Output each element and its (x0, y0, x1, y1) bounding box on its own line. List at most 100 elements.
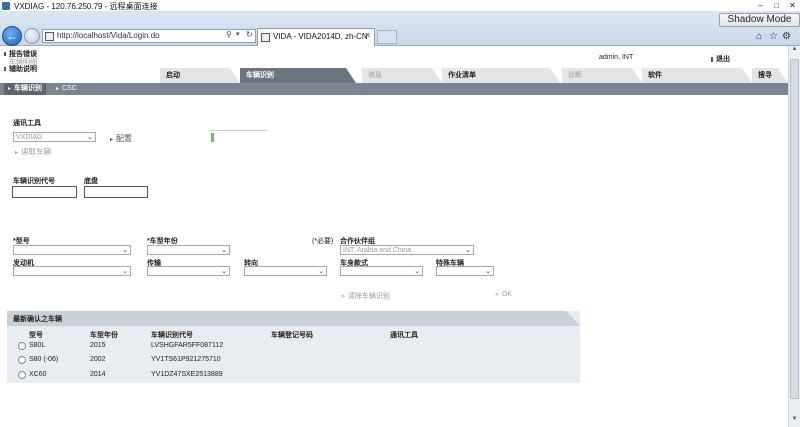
partner-group-value: INT, Arabia and China (343, 247, 412, 254)
close-icon[interactable]: ✕ (784, 0, 800, 11)
scroll-up-icon[interactable]: ▲ (789, 46, 800, 57)
row-vin: LVSHGFAR5FF087112 (151, 342, 224, 349)
row-vin: YV1TS61P921275710 (151, 356, 221, 363)
chevron-down-icon: ⌄ (87, 134, 93, 141)
comm-tool-label: 通讯工具 (13, 120, 41, 127)
config-button[interactable]: ▸ 配置 (110, 133, 132, 144)
main-tabs: 启动 车辆识别 信息 作业清单 诊断 软件 搜寻 (0, 68, 800, 83)
comm-tool-value: VXDIAG (16, 134, 43, 141)
column-model-year: 车型年份 (90, 332, 118, 339)
maximize-icon[interactable]: □ (768, 0, 785, 11)
double-chevron-icon: » (341, 293, 345, 300)
bullet-icon (711, 56, 713, 62)
vin-label: 车辆识别代号 (13, 178, 55, 185)
chevron-down-icon: ⌄ (485, 268, 491, 275)
tab-search[interactable]: 搜寻 (752, 68, 788, 83)
new-tab-button[interactable] (377, 30, 397, 44)
favorites-star-icon[interactable]: ☆ (769, 31, 778, 42)
row-year: 2002 (90, 356, 106, 363)
model-year-select[interactable]: ⌄ (147, 245, 230, 255)
special-vehicle-select[interactable]: ⌄ (436, 266, 494, 276)
row-model: S80 (-06) (29, 356, 59, 363)
row-model: XC60 (29, 371, 47, 378)
column-vin: 车辆识别代号 (151, 332, 193, 339)
refresh-icon[interactable]: ↻ (246, 30, 253, 39)
body-style-select[interactable]: ⌄ (340, 266, 423, 276)
forward-arrow-icon[interactable]: → (24, 28, 40, 44)
subtab-csc[interactable]: ▸ CSC (56, 83, 77, 95)
triangle-right-icon: ▸ (15, 150, 19, 156)
chevron-down-icon: ⌄ (221, 247, 227, 254)
home-icon[interactable]: ⌂ (756, 31, 762, 42)
chassis-input[interactable] (84, 186, 148, 198)
chevron-down-icon: ⌄ (465, 247, 471, 254)
user-name: admin, INT (599, 54, 634, 61)
bullet-icon (4, 52, 6, 57)
column-comm-tool: 通讯工具 (390, 332, 418, 339)
menu-report-error[interactable]: 报告错误 (4, 51, 37, 59)
column-registration: 车辆登记号码 (271, 332, 313, 339)
transmission-select[interactable]: ⌄ (147, 266, 230, 276)
menu-vehicle-details: 车辆明细 (9, 58, 37, 66)
chevron-down-icon: ⌄ (318, 268, 324, 275)
address-bar[interactable]: http://localhost/Vida/Login.do ⚲ ▾ ↻ (42, 29, 256, 43)
row-year: 2014 (90, 371, 106, 378)
row-radio[interactable] (18, 342, 26, 350)
chassis-label: 底盘 (84, 178, 98, 185)
address-url: http://localhost/Vida/Login.do (57, 31, 160, 40)
triangle-right-icon: ▸ (110, 137, 114, 143)
ok-button[interactable]: » OK (495, 291, 512, 298)
vertical-scrollbar[interactable]: ▲ ▼ (788, 46, 800, 427)
column-model: 型号 (29, 332, 43, 339)
scrollbar-thumb[interactable] (790, 59, 799, 399)
search-icon[interactable]: ⚲ (226, 30, 232, 39)
chevron-down-icon[interactable]: ▾ (236, 30, 240, 38)
required-note: (*必要) (312, 238, 334, 245)
subtab-vehicle-identification[interactable]: ▸ 车辆识别 (4, 83, 47, 95)
chevron-down-icon: ⌄ (122, 268, 128, 275)
partner-group-select[interactable]: INT, Arabia and China ⌄ (340, 245, 474, 255)
tab-software[interactable]: 软件 (642, 68, 752, 83)
connection-indicator (209, 130, 267, 142)
back-arrow-icon[interactable]: ← (2, 26, 22, 46)
scroll-down-icon[interactable]: ▼ (789, 416, 800, 427)
row-vin: YV1DZ47SXE2513889 (151, 371, 223, 378)
chevron-down-icon: ⌄ (414, 268, 420, 275)
shadow-mode-button[interactable]: Shadow Mode (719, 13, 800, 27)
tab-start[interactable]: 启动 (160, 68, 240, 83)
engine-select[interactable]: ⌄ (13, 266, 131, 276)
tab-close-icon[interactable]: ✕ (364, 31, 371, 40)
clear-vehicle-id-button[interactable]: » 清除车辆识别 (341, 291, 390, 301)
gear-icon[interactable]: ⚙ (782, 31, 791, 42)
page-favicon-icon (45, 32, 54, 41)
recent-vehicles-header: 最新确认之车辆 (7, 311, 580, 326)
tab-favicon-icon (261, 33, 270, 42)
logout-link[interactable]: 退出 (711, 54, 730, 64)
steering-select[interactable]: ⌄ (244, 266, 327, 276)
recent-vehicles-title: 最新确认之车辆 (13, 316, 62, 323)
comm-tool-select[interactable]: VXDIAG ⌄ (13, 132, 96, 142)
remote-desktop-titlebar: VXDIAG - 120.76.250.79 - 远程桌面连接 – □ ✕ (0, 0, 800, 12)
tab-title: VIDA - VIDA2014D, zh-CN (273, 32, 368, 41)
model-select[interactable]: ⌄ (13, 245, 131, 255)
minimize-icon[interactable]: – (752, 0, 769, 11)
tab-diagnostics: 诊断 (562, 68, 642, 83)
browser-tab[interactable]: VIDA - VIDA2014D, zh-CN ✕ (257, 28, 375, 46)
triangle-right-icon: ▸ (8, 86, 12, 92)
tab-information: 信息 (362, 68, 442, 83)
window-title: VXDIAG - 120.76.250.79 - 远程桌面连接 (14, 2, 158, 11)
row-year: 2015 (90, 342, 106, 349)
row-model: S80L (29, 342, 46, 349)
triangle-right-icon: ▸ (56, 86, 60, 92)
tab-job-list[interactable]: 作业清单 (442, 68, 560, 83)
tab-vehicle-identification[interactable]: 车辆识别 (240, 68, 356, 83)
remote-desktop-icon (2, 2, 10, 10)
vin-input[interactable] (12, 186, 77, 198)
status-indicator-icon (211, 133, 214, 142)
read-vehicle-button[interactable]: ▸ 读取车辆 (15, 146, 51, 157)
chevron-down-icon: ⌄ (122, 247, 128, 254)
double-chevron-icon: » (495, 291, 499, 298)
subtab-bar: ▸ 车辆识别 ▸ CSC (0, 83, 800, 95)
row-radio[interactable] (18, 356, 26, 364)
row-radio[interactable] (18, 371, 26, 379)
